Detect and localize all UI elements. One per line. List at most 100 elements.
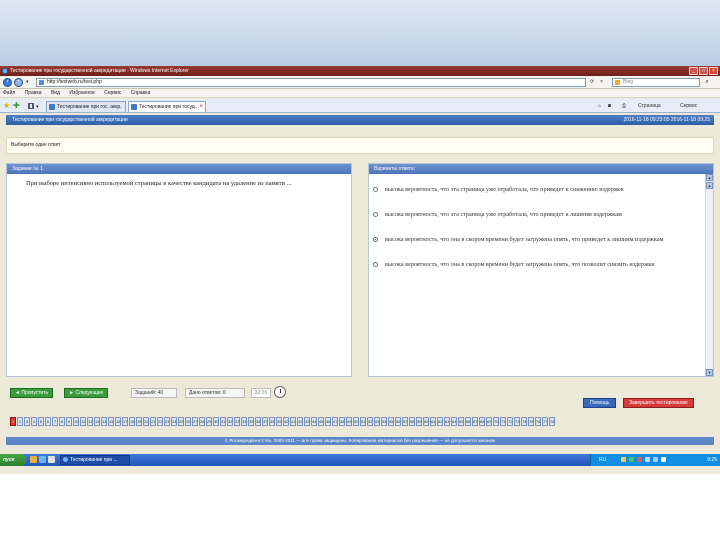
question-number[interactable]: 74 (521, 417, 527, 426)
question-number[interactable]: 66 (465, 417, 471, 426)
search-input[interactable]: Bing (612, 78, 700, 87)
menu-edit[interactable]: Правка (25, 89, 42, 98)
tab-list-icon[interactable]: ▾ (36, 104, 39, 110)
question-number[interactable]: 39 (276, 417, 282, 426)
question-number[interactable]: 72 (507, 417, 513, 426)
question-number[interactable]: 70 (493, 417, 499, 426)
menu-view[interactable]: Вид (51, 89, 60, 98)
question-number[interactable]: 64 (451, 417, 457, 426)
tray-icon[interactable] (621, 457, 626, 462)
radio-button[interactable] (373, 187, 378, 192)
question-number[interactable]: 48 (339, 417, 345, 426)
question-number[interactable]: 24 (171, 417, 177, 426)
desktop-icon[interactable] (48, 456, 55, 463)
question-number[interactable]: 27 (192, 417, 198, 426)
question-number[interactable]: 28 (199, 417, 205, 426)
question-number[interactable]: 59 (416, 417, 422, 426)
question-number[interactable]: 61 (430, 417, 436, 426)
internet-explorer-icon[interactable] (39, 456, 46, 463)
question-number[interactable]: 6 (45, 417, 51, 426)
search-icon[interactable]: ⌕ (702, 78, 712, 87)
answer-option-3[interactable]: высока вероятность, что она в скором вре… (373, 235, 695, 244)
back-arrow-icon[interactable]: ‹ (3, 78, 12, 87)
question-number[interactable]: 2 (17, 417, 23, 426)
question-number[interactable]: 13 (94, 417, 100, 426)
radio-button-selected[interactable] (373, 237, 378, 242)
question-number[interactable]: 41 (290, 417, 296, 426)
question-number[interactable]: 23 (164, 417, 170, 426)
question-number[interactable]: 18 (129, 417, 135, 426)
question-number[interactable]: 57 (402, 417, 408, 426)
question-number[interactable]: 22 (157, 417, 163, 426)
favorites-star-icon[interactable]: ★ (3, 102, 10, 110)
question-number[interactable]: 10 (73, 417, 79, 426)
stop-icon[interactable]: × (600, 79, 603, 86)
minimize-icon[interactable]: _ (689, 67, 698, 75)
tab-2[interactable]: Тестирование при госуд... × (128, 101, 206, 112)
answer-option-1[interactable]: высока вероятность, что эта страница уже… (373, 185, 695, 194)
answer-option-4[interactable]: высока вероятность, что она в скором вре… (373, 260, 695, 269)
security-icon[interactable] (661, 457, 666, 462)
question-number[interactable]: 38 (269, 417, 275, 426)
question-number[interactable]: 62 (437, 417, 443, 426)
feeds-icon[interactable]: ◙ (608, 103, 611, 110)
question-number[interactable]: 77 (542, 417, 548, 426)
forward-arrow-icon[interactable]: › (14, 78, 23, 87)
question-number[interactable]: 47 (332, 417, 338, 426)
question-number[interactable]: 71 (500, 417, 506, 426)
question-number[interactable]: 40 (283, 417, 289, 426)
question-number[interactable]: 33 (234, 417, 240, 426)
tab-close-icon[interactable]: × (199, 102, 203, 112)
question-number[interactable]: 68 (479, 417, 485, 426)
question-number[interactable]: 54 (381, 417, 387, 426)
question-number[interactable]: 21 (150, 417, 156, 426)
question-number[interactable]: 17 (122, 417, 128, 426)
folder-icon[interactable] (30, 456, 37, 463)
menu-favorites[interactable]: Избранное (69, 89, 94, 98)
question-number[interactable]: 46 (325, 417, 331, 426)
question-number[interactable]: 42 (297, 417, 303, 426)
question-number[interactable]: 58 (409, 417, 415, 426)
menu-tools[interactable]: Сервис (104, 89, 121, 98)
start-button[interactable]: пуск (0, 454, 26, 466)
tray-icon[interactable] (629, 457, 634, 462)
dropdown-icon[interactable]: ▾ (26, 79, 29, 86)
question-number[interactable]: 73 (514, 417, 520, 426)
question-number[interactable]: 14 (101, 417, 107, 426)
question-number[interactable]: 56 (395, 417, 401, 426)
menu-file[interactable]: Файл (3, 89, 15, 98)
question-number[interactable]: 26 (185, 417, 191, 426)
question-number[interactable]: 31 (220, 417, 226, 426)
question-number-current[interactable]: 1 (10, 417, 16, 426)
question-number[interactable]: 29 (206, 417, 212, 426)
print-icon[interactable]: ⎙ (622, 103, 626, 110)
answer-option-2[interactable]: высока вероятность, что эта страница уже… (373, 210, 695, 219)
radio-button[interactable] (373, 212, 378, 217)
question-number[interactable]: 11 (80, 417, 86, 426)
menu-help[interactable]: Справка (131, 89, 151, 98)
question-number[interactable]: 45 (318, 417, 324, 426)
question-number[interactable]: 35 (248, 417, 254, 426)
question-number[interactable]: 7 (52, 417, 58, 426)
add-favorite-icon[interactable]: ✚ (13, 102, 20, 110)
question-number[interactable]: 8 (59, 417, 65, 426)
question-number[interactable]: 12 (87, 417, 93, 426)
command-tools[interactable]: Сервис (680, 103, 697, 110)
tab-1[interactable]: Тестирование при гос. аккр. (46, 101, 126, 112)
question-number[interactable]: 60 (423, 417, 429, 426)
scroll-up-icon[interactable]: ▲ (706, 182, 713, 189)
question-number[interactable]: 55 (388, 417, 394, 426)
question-number[interactable]: 9 (66, 417, 72, 426)
question-number[interactable]: 36 (255, 417, 261, 426)
help-button[interactable]: Помощь (583, 398, 617, 408)
question-number[interactable]: 65 (458, 417, 464, 426)
question-number[interactable]: 44 (311, 417, 317, 426)
question-number[interactable]: 25 (178, 417, 184, 426)
question-number[interactable]: 3 (24, 417, 30, 426)
next-button[interactable]: ► Следующее (64, 388, 109, 398)
tray-icon[interactable] (637, 457, 642, 462)
question-number[interactable]: 49 (346, 417, 352, 426)
answers-scrollbar[interactable]: ▲ ▲ ▼ (705, 174, 713, 376)
question-number[interactable]: 34 (241, 417, 247, 426)
question-number[interactable]: 52 (367, 417, 373, 426)
